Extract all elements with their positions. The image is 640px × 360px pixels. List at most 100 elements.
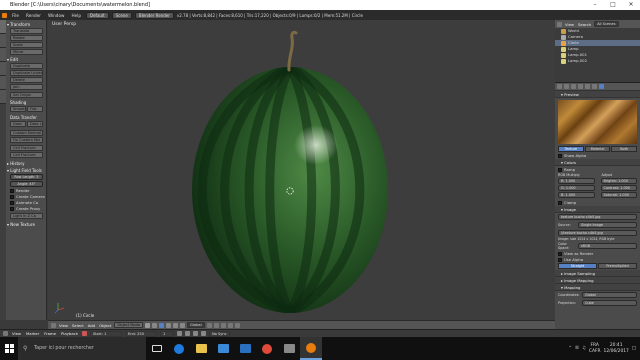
scene-tab-icon[interactable] — [564, 84, 569, 89]
outliner-editor-icon[interactable] — [557, 21, 562, 27]
mirror-button[interactable]: Mirror — [10, 49, 43, 55]
render-tab-icon[interactable] — [557, 84, 562, 89]
rotate-button[interactable]: Rotate — [10, 35, 43, 41]
outliner-display-mode[interactable]: All Scenes — [594, 21, 619, 27]
source-selector[interactable]: Single Image — [578, 222, 637, 228]
tab-physics[interactable] — [0, 76, 6, 90]
transform-orientation-selector[interactable]: Global — [187, 322, 205, 328]
render-preview-icon[interactable] — [234, 322, 240, 328]
tab-tools[interactable] — [0, 20, 6, 34]
file-explorer-icon[interactable] — [190, 337, 212, 360]
view-as-render-checkbox[interactable]: View as Render — [558, 251, 640, 256]
create-proxy-checkbox[interactable]: Create Proxy — [10, 206, 47, 211]
menu-object[interactable]: Object — [98, 323, 112, 328]
chrome-icon[interactable] — [256, 337, 278, 360]
create-camera-checkbox[interactable]: Create Camera — [10, 194, 47, 199]
data-button[interactable]: Data — [10, 121, 26, 127]
tab-texture[interactable]: Texture — [558, 146, 584, 152]
edge-browser-icon[interactable] — [168, 337, 190, 360]
blender-logo-icon[interactable] — [2, 12, 7, 18]
chevron-up-icon[interactable]: ⌃ — [568, 346, 572, 351]
show-alpha-checkbox[interactable]: Show Alpha — [558, 153, 640, 158]
end-frame-field[interactable]: End: 250 — [124, 330, 157, 337]
scene-selector[interactable]: Scene — [111, 11, 132, 19]
color-r-field[interactable]: R: 1.000 — [558, 178, 595, 184]
coordinates-selector[interactable]: Global — [582, 292, 637, 298]
language-indicator[interactable]: FRA CAFR — [589, 343, 601, 355]
section-edit[interactable]: ▾ Edit — [7, 57, 47, 62]
ramp-checkbox[interactable]: Ramp — [558, 167, 640, 172]
section-history[interactable]: ▸ History — [7, 161, 47, 166]
clamp-checkbox[interactable]: Clamp — [558, 200, 640, 205]
panel-image-mapping[interactable]: ▸ Image Mapping — [555, 277, 640, 284]
clock[interactable]: 20:41 12/06/2017 — [604, 343, 629, 355]
notifications-icon[interactable]: □ — [632, 346, 636, 351]
color-b-field[interactable]: B: 1.000 — [558, 192, 595, 198]
manipulator-icon[interactable] — [159, 322, 165, 328]
join-button[interactable]: Join — [10, 84, 43, 90]
flat-button[interactable]: Flat — [27, 106, 43, 112]
menu-window[interactable]: Window — [46, 13, 67, 18]
sync-mode-selector[interactable]: No Sync — [208, 330, 230, 337]
translate-button[interactable]: Translate — [10, 28, 43, 34]
delete-button[interactable]: Delete — [10, 77, 43, 83]
panel-colors[interactable]: ▾ Colors — [555, 159, 640, 166]
color-g-field[interactable]: G: 1.000 — [558, 185, 595, 191]
layout-selector[interactable]: Default — [86, 11, 109, 19]
angle-field[interactable]: Angle: 45° — [10, 181, 43, 187]
menu-file[interactable]: File — [10, 13, 21, 18]
close-icon[interactable]: ✕ — [622, 0, 640, 10]
store-icon[interactable] — [212, 337, 234, 360]
volume-icon[interactable]: ♫ — [582, 346, 586, 351]
saturation-field[interactable]: Saturati: 1.000 — [600, 192, 637, 198]
section-transform[interactable]: ▾ Transform — [7, 22, 47, 27]
smooth-button[interactable]: Smooth — [10, 106, 26, 112]
outliner-view-menu[interactable]: View — [564, 22, 575, 27]
viewport-shading-icon[interactable] — [145, 322, 151, 328]
rotate-manipulator-icon[interactable] — [173, 322, 179, 328]
jump-start-icon[interactable] — [176, 331, 182, 336]
cell-fracture-button[interactable]: Cell Fracture — [10, 145, 43, 151]
play-reverse-icon[interactable] — [184, 331, 190, 336]
render-engine-selector[interactable]: Blender Render — [134, 11, 174, 19]
alpha-straight-option[interactable]: Straight — [558, 263, 597, 269]
menu-add[interactable]: Add — [87, 323, 96, 328]
world-tab-icon[interactable] — [571, 84, 576, 89]
translate-manipulator-icon[interactable] — [166, 322, 172, 328]
cell-fracture-button-2[interactable]: Cell Fracture — [10, 152, 43, 158]
panel-image-sampling[interactable]: ▸ Image Sampling — [555, 270, 640, 277]
maximize-icon[interactable]: □ — [604, 0, 622, 10]
set-origin-button[interactable]: Set Origin — [10, 92, 43, 98]
tab-both[interactable]: Both — [611, 146, 638, 152]
duplicate-button[interactable]: Duplicate — [10, 63, 43, 69]
3d-viewport[interactable] — [48, 20, 555, 320]
object-tab-icon[interactable] — [578, 84, 583, 89]
menu-help[interactable]: Help — [69, 13, 83, 18]
app-icon[interactable] — [278, 337, 300, 360]
layers-icon-2[interactable] — [213, 322, 219, 328]
taskbar-search-box[interactable]: ⚲ Taper ici pour rechercher — [18, 337, 146, 360]
proportional-edit-icon[interactable] — [227, 322, 233, 328]
render-checkbox[interactable]: Render — [10, 188, 47, 193]
timeline-menu-marker[interactable]: Marker — [25, 331, 40, 336]
light-field-label[interactable]: ▾ Light Field Tools — [7, 168, 47, 173]
layers-icon[interactable] — [206, 322, 212, 328]
image-datablock[interactable]: texture bucho c4b5.jpg — [558, 214, 637, 220]
outliner-item-lamp-002[interactable]: Lamp.002 — [555, 58, 640, 64]
row-length-field[interactable]: Row Length: 5 — [10, 174, 43, 180]
task-view-icon[interactable] — [146, 337, 168, 360]
use-alpha-checkbox[interactable]: Use Alpha — [558, 257, 640, 262]
tab-relations[interactable] — [0, 48, 6, 62]
timeline-menu-playback[interactable]: Playback — [60, 331, 79, 336]
data-layers-button[interactable]: Data Lay — [27, 121, 43, 127]
current-frame-field[interactable]: 1 — [159, 330, 174, 337]
mail-icon[interactable] — [234, 337, 256, 360]
play-icon[interactable] — [192, 331, 198, 336]
tab-animation[interactable] — [0, 62, 6, 76]
duplicate-linked-button[interactable]: Duplicate Linked — [10, 70, 43, 76]
timeline-menu-view[interactable]: View — [11, 331, 22, 336]
custom-normal-button[interactable]: Custom Normal — [10, 130, 43, 136]
panel-mapping[interactable]: ▾ Mapping — [555, 284, 640, 291]
record-icon[interactable] — [81, 331, 87, 336]
image-filepath-field[interactable]: //texture bucho c4b5.jpg — [558, 230, 637, 236]
